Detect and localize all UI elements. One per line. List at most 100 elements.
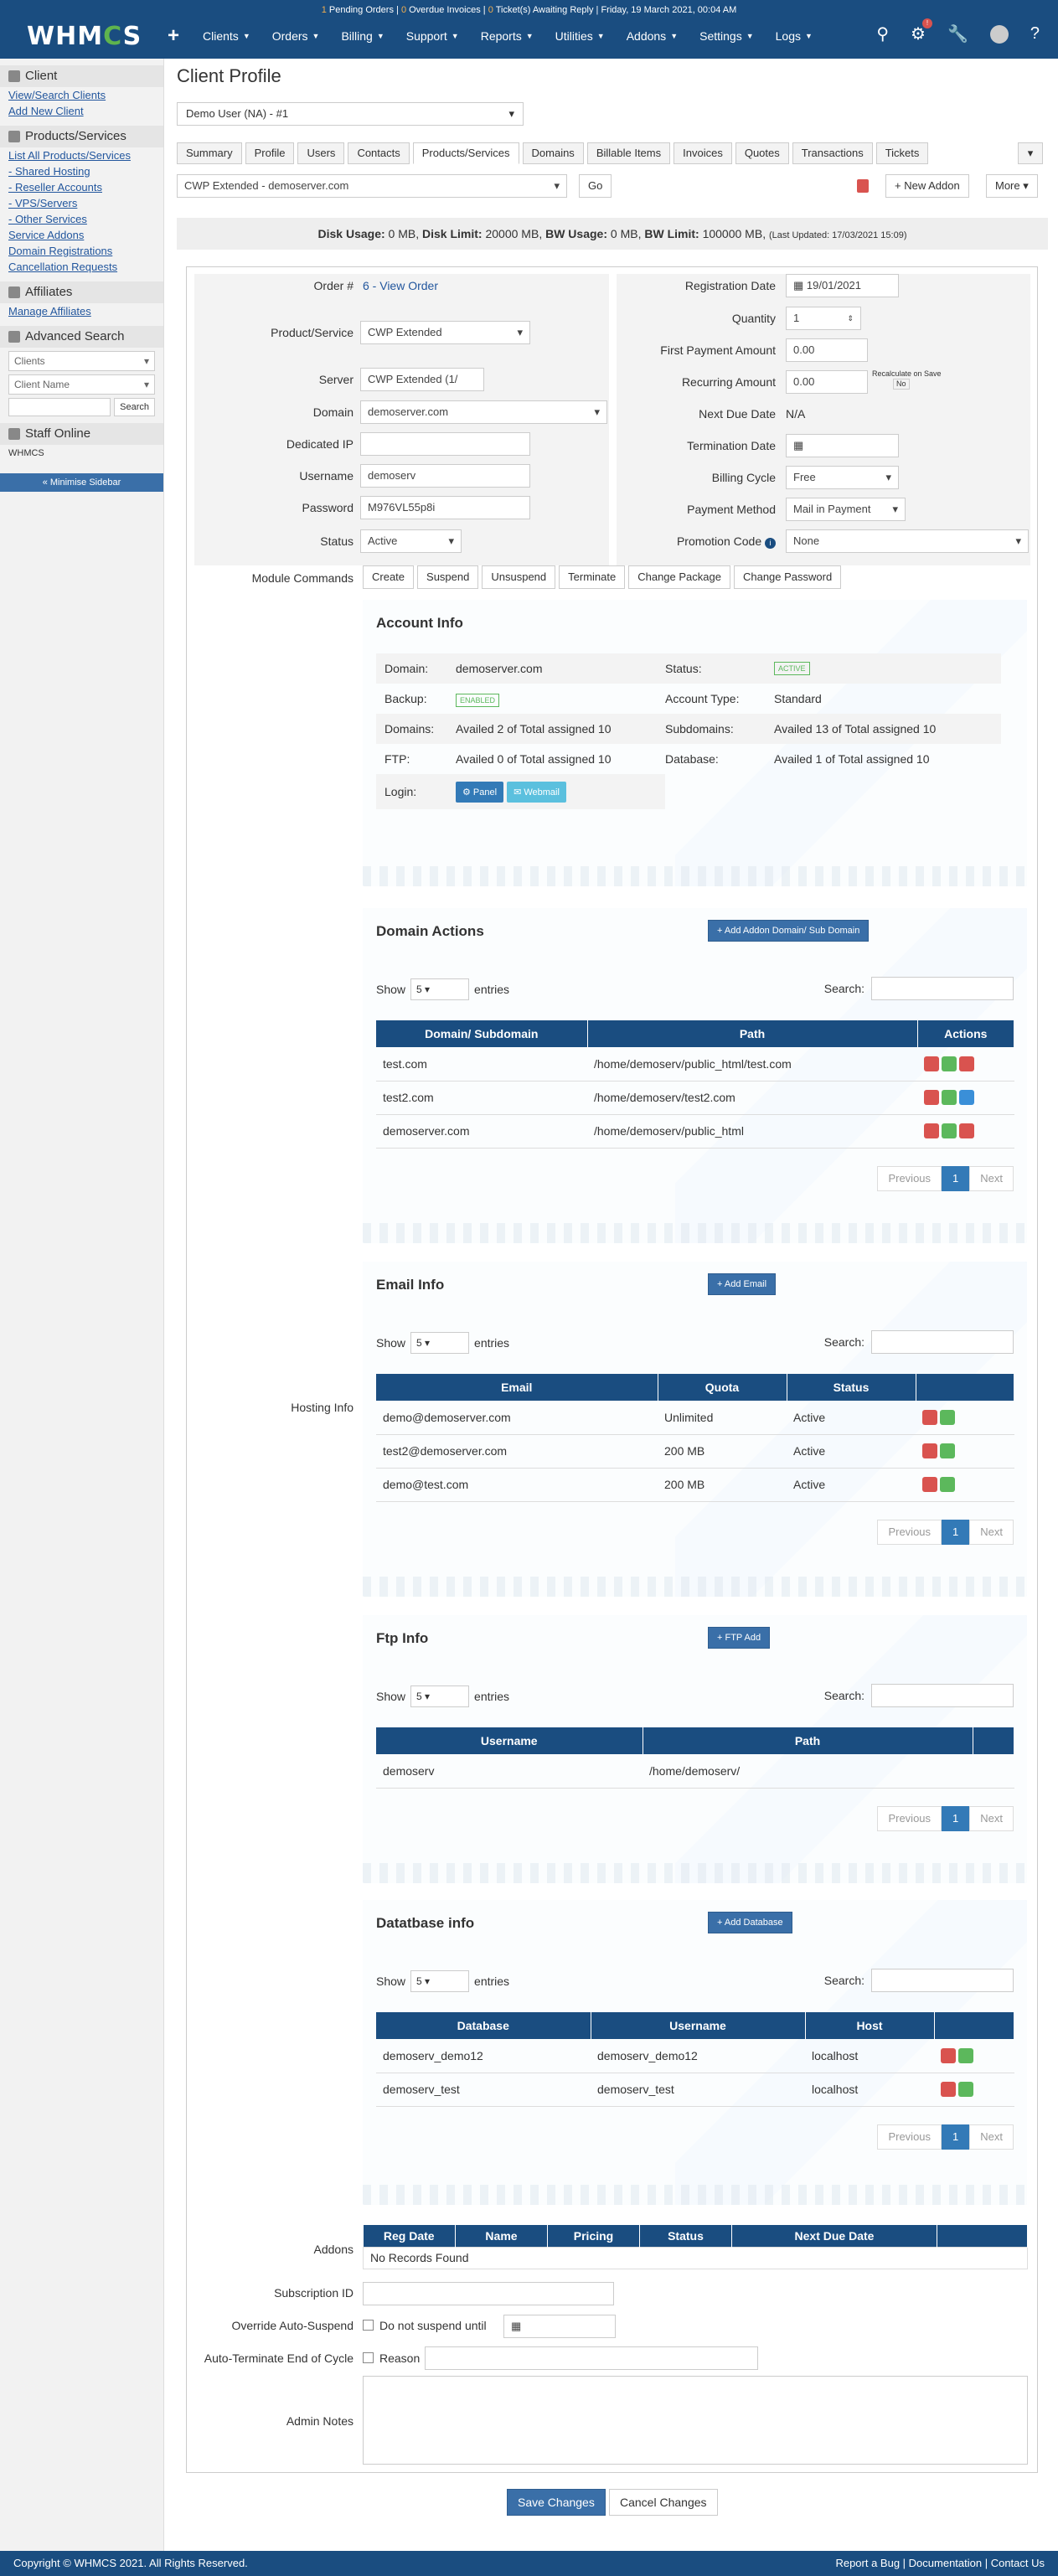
avatar[interactable] bbox=[989, 24, 1009, 44]
cancel-changes-button[interactable]: Cancel Changes bbox=[609, 2489, 718, 2516]
ssl-icon[interactable] bbox=[959, 1056, 974, 1071]
delete-icon[interactable] bbox=[922, 1477, 937, 1493]
tab-products-services[interactable]: Products/Services bbox=[412, 142, 519, 164]
more-dropdown-button[interactable]: More ▾ bbox=[986, 174, 1038, 198]
autoterm-checkbox[interactable] bbox=[363, 2352, 374, 2363]
add-addon-domain-button[interactable]: + Add Addon Domain/ Sub Domain bbox=[708, 920, 870, 942]
minimise-sidebar-button[interactable]: « Minimise Sidebar bbox=[0, 473, 163, 492]
help-icon[interactable]: ? bbox=[1030, 24, 1040, 44]
page-button[interactable]: 1 bbox=[942, 2124, 970, 2150]
edit-icon[interactable] bbox=[958, 2047, 973, 2063]
sidebar-ps-link[interactable]: - Other Services bbox=[0, 211, 163, 227]
col-username[interactable]: Username bbox=[591, 2012, 806, 2039]
nav-clients[interactable]: Clients ▼ bbox=[203, 29, 250, 43]
add-database-button[interactable]: + Add Database bbox=[708, 1912, 792, 1933]
reg-date-input[interactable]: ▦ 19/01/2021 bbox=[786, 274, 899, 297]
delete-icon[interactable] bbox=[941, 2047, 956, 2063]
ssl-icon[interactable] bbox=[959, 1090, 974, 1106]
entries-select[interactable]: 5 ▾ bbox=[410, 1685, 470, 1707]
quick-add-icon[interactable]: + bbox=[168, 24, 179, 48]
recurring-input[interactable]: 0.00 bbox=[786, 370, 868, 394]
adv-search-field-select[interactable]: Client Name ▾ bbox=[8, 374, 155, 395]
edit-icon[interactable] bbox=[958, 2082, 973, 2098]
delete-service-icon[interactable] bbox=[857, 179, 869, 193]
termination-date-input[interactable]: ▦ bbox=[786, 434, 899, 457]
create-button[interactable]: Create bbox=[363, 565, 415, 589]
server-select[interactable]: CWP Extended (1/ bbox=[360, 368, 484, 391]
search-icon[interactable]: ⚲ bbox=[876, 23, 889, 44]
info-icon[interactable]: i bbox=[765, 538, 776, 549]
go-button[interactable]: Go bbox=[579, 174, 612, 198]
overdue-link[interactable]: Overdue Invoices bbox=[409, 5, 481, 15]
prev-button[interactable]: Previous bbox=[877, 1520, 942, 1545]
change-password-button[interactable]: Change Password bbox=[733, 565, 842, 589]
table-search-input[interactable] bbox=[871, 1684, 1014, 1707]
tab-quotes[interactable]: Quotes bbox=[735, 142, 789, 164]
next-button[interactable]: Next bbox=[969, 1806, 1014, 1831]
prev-button[interactable]: Previous bbox=[877, 2124, 942, 2150]
reason-input[interactable] bbox=[425, 2346, 758, 2370]
entries-select[interactable]: 5 ▾ bbox=[410, 978, 470, 1000]
tab-profile[interactable]: Profile bbox=[245, 142, 295, 164]
settings-icon[interactable] bbox=[942, 1123, 957, 1139]
tickets-count[interactable]: 0 bbox=[488, 5, 493, 15]
page-button[interactable]: 1 bbox=[942, 1520, 970, 1545]
change-package-button[interactable]: Change Package bbox=[628, 565, 730, 589]
col-email[interactable]: Email bbox=[376, 1374, 658, 1401]
override-checkbox[interactable] bbox=[363, 2320, 374, 2331]
delete-icon[interactable] bbox=[924, 1056, 939, 1071]
delete-icon[interactable] bbox=[922, 1409, 937, 1425]
pending-orders-link[interactable]: Pending Orders bbox=[329, 5, 394, 15]
col-path[interactable]: Path bbox=[587, 1020, 918, 1047]
footer-links[interactable]: Report a Bug | Documentation | Contact U… bbox=[835, 2551, 1045, 2576]
next-button[interactable]: Next bbox=[969, 1520, 1014, 1545]
status-select[interactable]: Active ▾ bbox=[360, 529, 462, 553]
entries-select[interactable]: 5 ▾ bbox=[410, 1970, 470, 1992]
nav-utilities[interactable]: Utilities ▼ bbox=[555, 29, 605, 43]
edit-icon[interactable] bbox=[940, 1409, 955, 1425]
settings-icon[interactable] bbox=[942, 1090, 957, 1106]
product-select[interactable]: CWP Extended ▾ bbox=[360, 321, 530, 344]
recalculate-toggle[interactable]: Recalculate on Save No bbox=[872, 369, 942, 390]
username-input[interactable]: demoserv bbox=[360, 464, 530, 488]
sidebar-ps-link[interactable]: - VPS/Servers bbox=[0, 195, 163, 211]
new-addon-button[interactable]: + New Addon bbox=[885, 174, 969, 198]
nav-support[interactable]: Support ▼ bbox=[406, 29, 459, 43]
tab-users[interactable]: Users bbox=[297, 142, 345, 164]
tab-invoices[interactable]: Invoices bbox=[674, 142, 732, 164]
password-input[interactable]: M976VL55p8i bbox=[360, 496, 530, 519]
page-button[interactable]: 1 bbox=[942, 1806, 970, 1831]
suspend-button[interactable]: Suspend bbox=[417, 565, 479, 589]
whmcs-logo[interactable]: WHMCS bbox=[27, 22, 142, 52]
sidebar-ps-link[interactable]: - Shared Hosting bbox=[0, 163, 163, 179]
ssl-icon[interactable] bbox=[959, 1123, 974, 1139]
subscription-input[interactable] bbox=[363, 2282, 614, 2305]
delete-icon[interactable] bbox=[941, 2082, 956, 2098]
nav-billing[interactable]: Billing ▼ bbox=[341, 29, 384, 43]
tab-summary[interactable]: Summary bbox=[177, 142, 242, 164]
next-button[interactable]: Next bbox=[969, 1166, 1014, 1191]
webmail-login-button[interactable]: ✉ Webmail bbox=[507, 781, 566, 803]
sidebar-ps-link[interactable]: Domain Registrations bbox=[0, 243, 163, 259]
tickets-link[interactable]: Ticket(s) Awaiting Reply bbox=[496, 5, 594, 15]
tab-tickets[interactable]: Tickets bbox=[875, 142, 929, 164]
tabs-more-dropdown[interactable]: ▾ bbox=[1018, 142, 1043, 164]
delete-icon[interactable] bbox=[924, 1090, 939, 1106]
panel-login-button[interactable]: ⚙ Panel bbox=[456, 781, 504, 803]
client-select[interactable]: Demo User (NA) - #1 ▾ bbox=[177, 102, 524, 126]
wrench-icon[interactable]: 🔧 bbox=[947, 23, 968, 44]
delete-icon[interactable] bbox=[924, 1123, 939, 1139]
col-quota[interactable]: Quota bbox=[658, 1374, 787, 1401]
nav-settings[interactable]: Settings ▼ bbox=[699, 29, 754, 43]
sidebar-ps-link[interactable]: - Reseller Accounts bbox=[0, 179, 163, 195]
sidebar-manage-affiliates[interactable]: Manage Affiliates bbox=[0, 303, 163, 319]
chevron-down-icon[interactable]: ▾ bbox=[594, 401, 600, 423]
table-search-input[interactable] bbox=[871, 977, 1014, 1000]
sidebar-add-client[interactable]: Add New Client bbox=[0, 103, 163, 119]
edit-icon[interactable] bbox=[940, 1477, 955, 1493]
next-button[interactable]: Next bbox=[969, 2124, 1014, 2150]
entries-select[interactable]: 5 ▾ bbox=[410, 1332, 470, 1354]
add-ftp-button[interactable]: + FTP Add bbox=[708, 1627, 771, 1649]
adv-search-type-select[interactable]: Clients ▾ bbox=[8, 351, 155, 371]
domain-input[interactable]: demoserver.com ▾ bbox=[360, 400, 607, 424]
